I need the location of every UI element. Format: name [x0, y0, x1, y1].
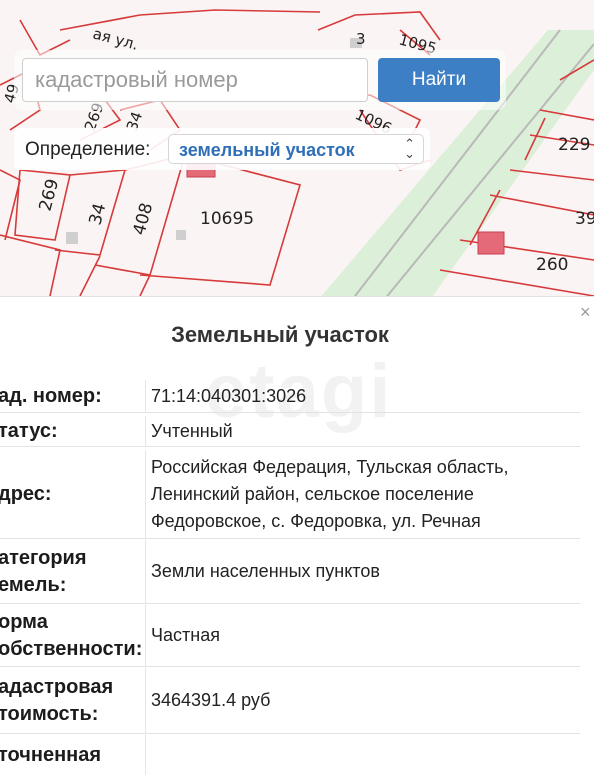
info-row-value-line: Российская Федерация, Тульская область, — [151, 456, 509, 477]
info-row-label-line: дрес: — [0, 482, 52, 505]
map-parcel-number: 39 — [575, 209, 594, 229]
info-row: татус: Учтенный — [0, 416, 580, 447]
chevron-up-down-icon: ⌃ ⌄ — [404, 136, 415, 161]
info-row-label-line: емель: — [0, 573, 67, 596]
info-row-divider — [145, 540, 146, 603]
info-row-separator — [0, 666, 580, 667]
info-row-value-line: Учтенный — [151, 420, 233, 441]
info-row-label: адастровая тоимость: — [0, 674, 113, 728]
cadastral-number-input[interactable] — [22, 58, 368, 102]
info-row-label: ад. номер: — [0, 383, 102, 410]
info-row-value: 3464391.4 руб — [151, 687, 270, 714]
map-parcel-number: 10695 — [200, 209, 254, 229]
map-parcel-number: 269 — [36, 177, 64, 214]
info-row-divider — [145, 380, 146, 412]
map-parcel-number: 260 — [536, 255, 568, 275]
map-parcel-number: 408 — [130, 201, 158, 238]
info-row-label: татус: — [0, 418, 58, 445]
info-row-label: дрес: — [0, 481, 52, 508]
info-row: ад. номер: 71:14:040301:3026 — [0, 380, 580, 413]
info-row-label-line: атегория — [0, 546, 87, 569]
info-row-value: Учтенный — [151, 418, 233, 445]
info-row-value-line: 3464391.4 руб — [151, 690, 271, 710]
info-row-label-line: адастровая — [0, 675, 114, 698]
search-button[interactable]: Найти — [378, 58, 500, 102]
info-row: орма обственности: Частная — [0, 605, 580, 667]
info-row-divider — [145, 450, 146, 538]
info-row-value: Частная — [151, 622, 220, 649]
info-row-label: орма обственности: — [0, 609, 142, 663]
definition-select-value: земельный участок — [179, 140, 355, 160]
info-row-value: 71:14:040301:3026 — [151, 383, 306, 410]
info-row-value-line: Частная — [151, 625, 220, 645]
map-parcel-number: 229 — [558, 135, 590, 155]
info-row-divider — [145, 416, 146, 446]
info-row-value-line: Ленинский район, сельское поселение — [151, 483, 474, 504]
info-row-separator — [0, 733, 580, 734]
info-row: адастровая тоимость: 3464391.4 руб — [0, 668, 580, 734]
info-row-divider — [145, 735, 146, 775]
info-row-value: Земли населенных пунктов — [151, 558, 380, 585]
info-row-label-line: точненная — [0, 743, 102, 766]
info-row-label-line: татус: — [0, 419, 58, 442]
definition-label: Определение: — [25, 139, 151, 160]
info-row-value: Российская Федерация, Тульская область, Л… — [151, 454, 508, 535]
info-row-value-line: Земли населенных пунктов — [151, 561, 380, 581]
info-row-divider — [145, 668, 146, 733]
info-row-label-line: орма — [0, 610, 48, 633]
info-row-label-line: ад. номер: — [0, 384, 102, 407]
info-row-separator — [0, 538, 580, 539]
info-row-separator — [0, 446, 580, 447]
info-row: дрес: Российская Федерация, Тульская обла… — [0, 450, 580, 539]
info-row-label: точненная — [0, 742, 101, 769]
info-row-label-line: тоимость: — [0, 702, 99, 725]
info-row-separator — [0, 412, 580, 413]
info-row-label-line: обственности: — [0, 637, 143, 660]
map-parcel-number: 34 — [86, 201, 111, 227]
info-row: точненная — [0, 735, 580, 775]
map-divider — [0, 296, 594, 297]
info-row-value-line: 71:14:040301:3026 — [151, 385, 307, 406]
info-row-divider — [145, 605, 146, 666]
info-row: атегория емель: Земли населенных пунктов — [0, 540, 580, 604]
panel-title: Земельный участок — [171, 322, 389, 347]
map-parcel-number: 3 — [356, 30, 366, 48]
close-icon[interactable]: × — [580, 302, 591, 323]
info-row-label: атегория емель: — [0, 545, 87, 599]
definition-select[interactable]: земельный участок ⌃ ⌄ — [168, 134, 424, 164]
info-row-value-line: Федоровское, с. Федоровка, ул. Речная — [151, 510, 481, 531]
info-row-separator — [0, 603, 580, 604]
